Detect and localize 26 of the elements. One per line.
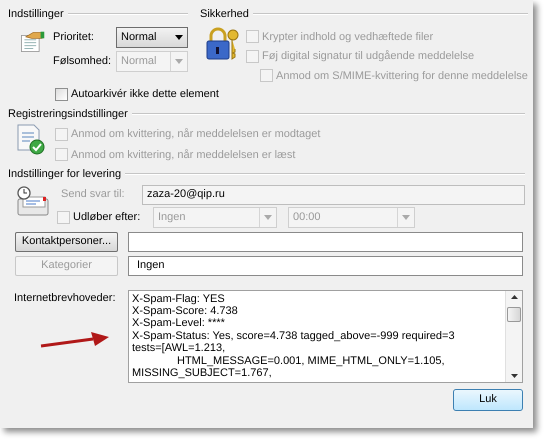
section-title: Indstillinger for levering bbox=[8, 167, 122, 182]
section-title: Sikkerhed bbox=[200, 7, 249, 22]
field-label: Internetbrevhoveder: bbox=[14, 290, 117, 306]
header-line: X-Spam-Score: 4.738 bbox=[132, 304, 239, 318]
checkbox-label: Føj digital signatur til udgående meddelelse bbox=[262, 49, 474, 64]
checkbox-label: Anmod om kvittering, når meddelelsen er modtaget bbox=[71, 127, 320, 142]
field-label: Send svar til: bbox=[60, 187, 126, 202]
dropdown[interactable]: Normal bbox=[116, 26, 188, 48]
checkbox-label: Autoarkivér ikke dette element bbox=[71, 87, 219, 102]
field-label: Prioritet: bbox=[53, 30, 95, 45]
header-line: X-Spam-Level: **** bbox=[132, 317, 226, 330]
section-title: Indstillinger bbox=[8, 7, 64, 22]
contacts-button[interactable]: Kontaktpersoner... bbox=[15, 232, 118, 252]
header-line: tests=[AWL=1.213, bbox=[132, 342, 226, 355]
checkbox-label: Udløber efter: bbox=[73, 210, 140, 225]
header-line: X-Spam-Flag: YES bbox=[132, 292, 226, 305]
section-title: Registreringsindstillinger bbox=[8, 106, 128, 122]
checkbox-label: Krypter indhold og vedhæftede filer bbox=[262, 30, 434, 44]
field-label: Følsomhed: bbox=[53, 54, 112, 69]
close-button[interactable]: Luk bbox=[453, 388, 523, 410]
header-line: HTML_MESSAGE=0.001, MIME_HTML_ONLY=1.105, bbox=[176, 354, 446, 367]
checkbox-label: Anmod om S/MIME-kvittering for denne meddelelse bbox=[276, 68, 528, 84]
headers-text-area[interactable]: X-Spam-Flag: YES X-Spam-Score: 4.738 X-Spam-Level: **** X-Spam-Status: Yes, score=4.738 tagged_above=-999 required=3 tests=[AWL=1.213, HTML_MESSAGE=0.001, MIME_HTML_ONLY=1.105, MISSING_SUBJECT=1.767, bbox=[128, 290, 523, 382]
header-line: MISSING_SUBJECT=1.767, bbox=[132, 366, 273, 380]
header-line: X-Spam-Status: Yes, score=4.738 tagged_above=-999 required=3 bbox=[132, 330, 456, 342]
checkbox-label: Anmod om kvittering, når meddelelsen er læst bbox=[71, 148, 296, 162]
